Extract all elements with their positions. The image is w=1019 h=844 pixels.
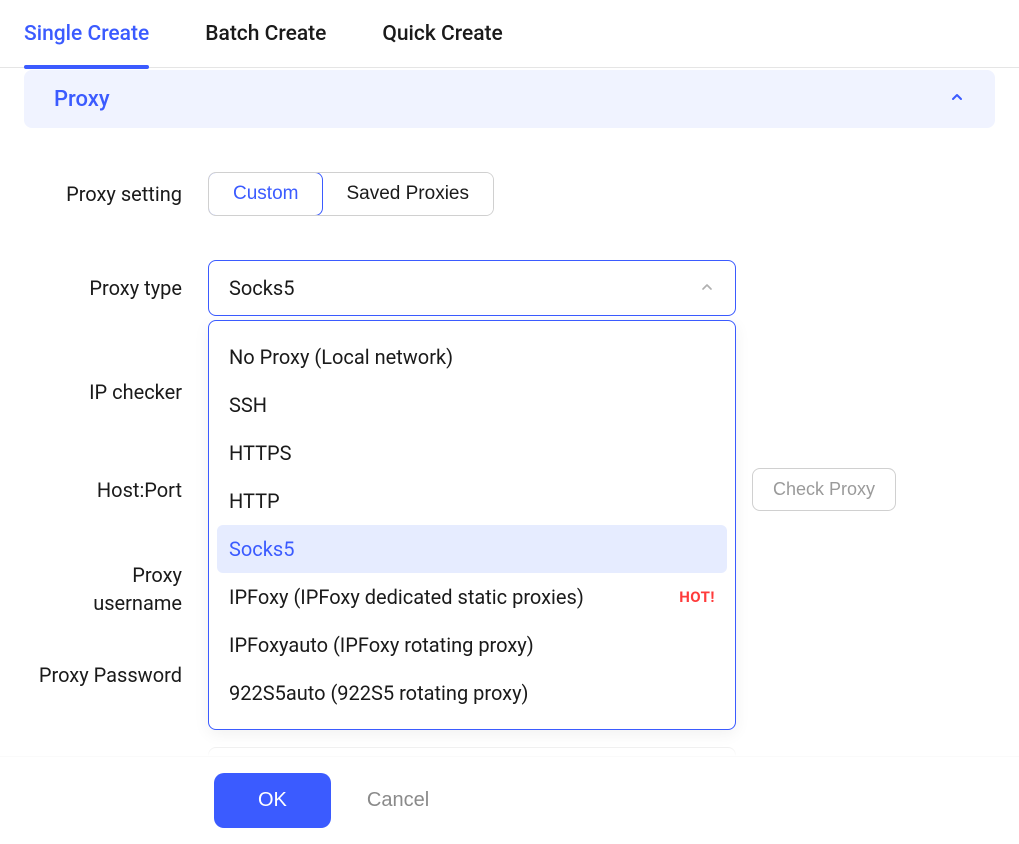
label-proxy-type: Proxy type <box>24 276 208 300</box>
footer-bar: OK Cancel <box>0 756 1019 844</box>
dropdown-item-label: Socks5 <box>229 537 294 561</box>
proxy-type-selected-value: Socks5 <box>229 276 294 300</box>
row-proxy-type: Proxy type Socks5 No Proxy (Local networ… <box>24 260 995 316</box>
hot-badge: HOT! <box>679 588 715 606</box>
cancel-button[interactable]: Cancel <box>367 789 429 812</box>
proxy-type-select-wrap: Socks5 No Proxy (Local network) SSH HTTP… <box>208 260 736 316</box>
label-proxy-password: Proxy Password <box>24 663 208 687</box>
label-line: Proxy <box>132 563 182 587</box>
dropdown-item-label: SSH <box>229 393 267 417</box>
proxy-type-option-ipfoxy[interactable]: IPFoxy (IPFoxy dedicated static proxies)… <box>217 573 727 621</box>
dropdown-item-label: IPFoxy (IPFoxy dedicated static proxies) <box>229 585 584 609</box>
proxy-type-dropdown: No Proxy (Local network) SSH HTTPS HTTP … <box>208 320 736 730</box>
tabs-bar: Single Create Batch Create Quick Create <box>0 0 1019 68</box>
proxy-type-option-socks5[interactable]: Socks5 <box>217 525 727 573</box>
label-line: username <box>93 591 182 615</box>
tab-single-create[interactable]: Single Create <box>24 2 149 66</box>
tab-quick-create[interactable]: Quick Create <box>382 2 502 66</box>
proxy-form: Proxy setting Custom Saved Proxies Proxy… <box>0 172 1019 803</box>
label-ip-checker: IP checker <box>24 380 208 404</box>
proxy-type-option-https[interactable]: HTTPS <box>217 429 727 477</box>
row-proxy-setting: Proxy setting Custom Saved Proxies <box>24 172 995 216</box>
check-proxy-button[interactable]: Check Proxy <box>752 468 896 511</box>
proxy-type-option-no-proxy[interactable]: No Proxy (Local network) <box>217 333 727 381</box>
proxy-section-title: Proxy <box>54 87 110 112</box>
dropdown-item-label: 922S5auto (922S5 rotating proxy) <box>229 681 529 705</box>
proxy-type-option-ipfoxyauto[interactable]: IPFoxyauto (IPFoxy rotating proxy) <box>217 621 727 669</box>
proxy-section-header[interactable]: Proxy <box>24 70 995 128</box>
dropdown-item-label: HTTPS <box>229 441 292 465</box>
chevron-up-icon <box>949 89 965 109</box>
tab-batch-create[interactable]: Batch Create <box>205 2 326 66</box>
proxy-type-option-ssh[interactable]: SSH <box>217 381 727 429</box>
chevron-up-icon <box>699 276 715 300</box>
label-host-port: Host:Port <box>24 478 208 502</box>
proxy-type-option-922s5auto[interactable]: 922S5auto (922S5 rotating proxy) <box>217 669 727 717</box>
proxy-setting-saved[interactable]: Saved Proxies <box>322 173 493 215</box>
proxy-type-select[interactable]: Socks5 <box>208 260 736 316</box>
dropdown-item-label: IPFoxyauto (IPFoxy rotating proxy) <box>229 633 534 657</box>
label-proxy-setting: Proxy setting <box>24 182 208 206</box>
dropdown-item-label: No Proxy (Local network) <box>229 345 453 369</box>
proxy-setting-custom[interactable]: Custom <box>208 172 323 216</box>
ok-button[interactable]: OK <box>214 773 331 828</box>
proxy-setting-segmented: Custom Saved Proxies <box>208 172 494 216</box>
dropdown-item-label: HTTP <box>229 489 280 513</box>
label-proxy-username: Proxy username <box>24 561 208 617</box>
proxy-type-option-http[interactable]: HTTP <box>217 477 727 525</box>
